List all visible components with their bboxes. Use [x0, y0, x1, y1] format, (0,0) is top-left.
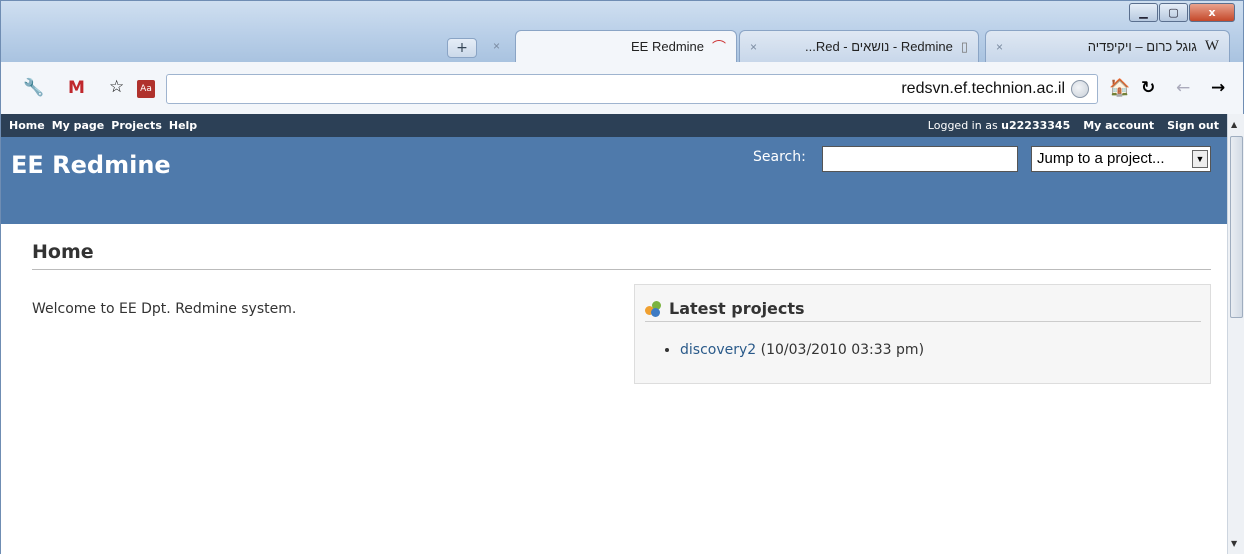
tab-title: ...Red - נושאים - Redmine [804, 39, 953, 54]
wikipedia-icon: W [1204, 38, 1219, 54]
latest-projects-box: Latest projects discovery2 (10/03/2010 0… [634, 284, 1211, 384]
bookmark-extension-icon[interactable]: Aa [137, 80, 155, 98]
new-tab-button[interactable]: + [447, 38, 477, 58]
latest-projects-title: Latest projects [669, 299, 805, 318]
back-icon[interactable]: ← [1176, 80, 1190, 97]
reload-icon[interactable]: ↻ [1141, 80, 1155, 97]
address-bar[interactable]: redsvn.ef.technion.ac.il [166, 74, 1098, 104]
close-icon[interactable]: × [996, 40, 1003, 54]
search-label: Search: [753, 149, 806, 165]
close-icon[interactable]: × [493, 39, 500, 53]
scroll-down-icon[interactable]: ▼ [1231, 539, 1237, 548]
forward-icon[interactable]: → [1211, 80, 1225, 97]
latest-projects-list: discovery2 (10/03/2010 03:33 pm) [680, 342, 924, 358]
projects-icon [645, 300, 663, 317]
menu-projects[interactable]: Projects [111, 119, 162, 132]
gmail-icon[interactable]: M [68, 80, 85, 97]
project-link[interactable]: discovery2 [680, 342, 756, 358]
chevron-down-icon: ▼ [1192, 150, 1208, 168]
my-account-link[interactable]: My account [1083, 119, 1154, 132]
site-title[interactable]: EE Redmine [11, 151, 171, 179]
divider [645, 321, 1201, 322]
list-item: discovery2 (10/03/2010 03:33 pm) [680, 342, 924, 358]
tab-redmine-issues[interactable]: × ...Red - נושאים - Redmine ▯ [739, 30, 979, 62]
vertical-scrollbar[interactable]: ▲ ▼ [1227, 114, 1244, 554]
menu-my-page[interactable]: My page [52, 119, 105, 132]
top-menu: Home My page Projects Help Logged in as … [1, 114, 1227, 137]
welcome-text: Welcome to EE Dpt. Redmine system. [32, 301, 297, 317]
menu-home[interactable]: Home [9, 119, 45, 132]
tab-title: EE Redmine [631, 39, 704, 54]
tab-title: גוגל כרום – ויקיפדיה [1087, 39, 1197, 54]
scroll-up-icon[interactable]: ▲ [1231, 120, 1237, 129]
tab-wikipedia[interactable]: × גוגל כרום – ויקיפדיה W [985, 30, 1230, 62]
sign-out-link[interactable]: Sign out [1167, 119, 1219, 132]
project-date: (10/03/2010 03:33 pm) [760, 342, 925, 358]
globe-icon [1071, 80, 1089, 98]
close-window-button[interactable]: x [1189, 3, 1235, 22]
star-icon[interactable]: ☆ [109, 79, 124, 96]
redmine-logo-icon: ⌒ [712, 38, 726, 55]
plus-icon: + [456, 40, 468, 56]
jump-label: Jump to a project... [1037, 150, 1165, 167]
search-input[interactable] [822, 146, 1018, 172]
username: u22233345 [1001, 119, 1071, 132]
menu-help[interactable]: Help [169, 119, 197, 132]
home-icon[interactable]: 🏠 [1109, 80, 1130, 97]
maximize-button[interactable]: ▢ [1159, 3, 1188, 22]
close-icon[interactable]: × [750, 40, 757, 54]
scroll-thumb[interactable] [1230, 136, 1243, 318]
logged-in-status: Logged in as u22233345 [928, 119, 1070, 132]
latest-projects-heading: Latest projects [645, 299, 805, 318]
window-controls: ▁ ▢ x [1128, 3, 1235, 22]
wrench-icon[interactable]: 🔧 [23, 80, 44, 97]
jump-to-project-select[interactable]: Jump to a project... ▼ [1031, 146, 1211, 172]
url-text: redsvn.ef.technion.ac.il [901, 80, 1065, 97]
page-icon: ▯ [960, 38, 968, 54]
site-header: EE Redmine Search: Jump to a project... … [1, 137, 1227, 224]
main-content: Home Welcome to EE Dpt. Redmine system. … [1, 224, 1227, 554]
page-title: Home [32, 241, 94, 263]
divider [32, 269, 1211, 270]
logged-in-label: Logged in as [927, 119, 998, 132]
page-viewport: Home My page Projects Help Logged in as … [0, 114, 1227, 554]
tab-ee-redmine[interactable]: EE Redmine ⌒ [515, 30, 737, 62]
minimize-button[interactable]: ▁ [1129, 3, 1158, 22]
